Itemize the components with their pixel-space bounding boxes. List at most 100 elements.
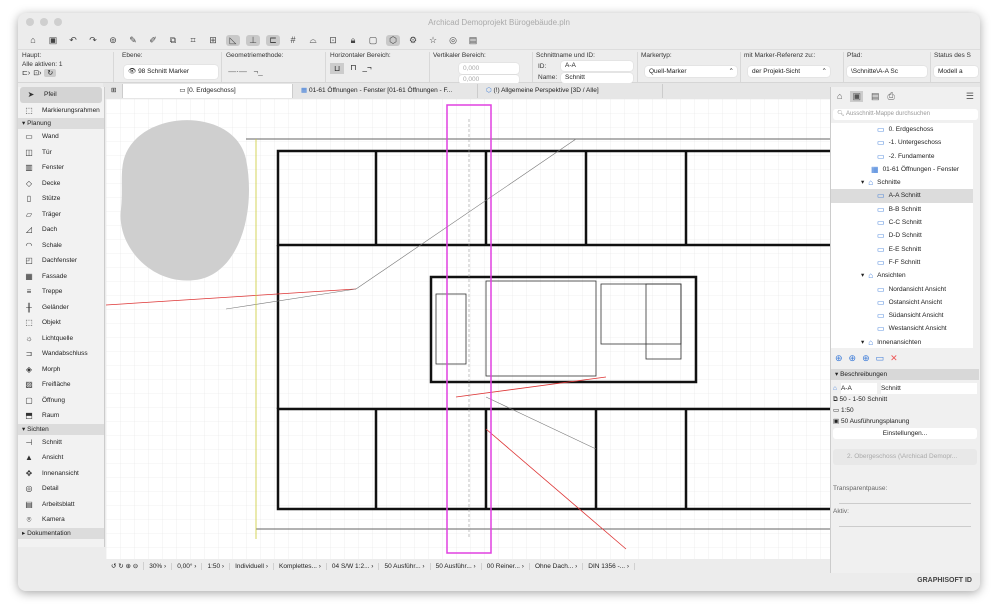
view-icon[interactable]: ▢ <box>366 35 380 46</box>
horizontal-range-options[interactable]: ⊔ ⊓ _¬ <box>330 63 429 74</box>
layout-icon[interactable]: ▤ <box>466 35 480 46</box>
section-geometry-button[interactable]: ⊏› <box>22 69 30 77</box>
transparency-slider[interactable] <box>839 496 971 504</box>
tree-item[interactable]: ▦ 01-61 Öffnungen - Fenster <box>831 163 973 176</box>
syringe-icon[interactable]: ✐ <box>146 35 160 46</box>
model-filter-icon[interactable]: ⚙ <box>406 35 420 46</box>
tree-item[interactable]: ▭ A-A Schnitt <box>831 189 973 203</box>
tool-item[interactable]: ⊣ Schnitt <box>18 435 104 451</box>
trace-source-select[interactable]: 2. Obergeschoss (\Archicad Demopr... <box>833 449 977 465</box>
tool-item[interactable]: ╫ Geländer <box>18 300 104 316</box>
eyedropper-icon[interactable]: ✎ <box>126 35 140 46</box>
minimize-button[interactable] <box>40 18 48 26</box>
tool-item[interactable]: ▥ Fenster <box>18 160 104 176</box>
tool-item[interactable]: ▤ Arbeitsblatt <box>18 497 104 513</box>
lock-icon[interactable]: 🔒︎ <box>346 35 360 46</box>
tool-item[interactable]: ◎ Detail <box>18 481 104 497</box>
section-sichten[interactable]: ▾ Sichten <box>18 423 104 435</box>
3d-icon[interactable]: ⬡ <box>386 34 400 46</box>
grid-icon[interactable]: # <box>286 35 300 45</box>
tree-item[interactable]: ▾ ⌂ Schnitte <box>831 176 973 189</box>
guide-icon[interactable]: ◺ <box>226 34 240 46</box>
tree-item[interactable]: ▭ Westansicht Ansicht <box>831 322 973 335</box>
save-icon[interactable]: ▣ <box>46 35 60 46</box>
rotate-button[interactable]: ↻ <box>44 69 57 77</box>
status-item[interactable]: 00 Reiner... › <box>482 562 530 570</box>
beschreibungen-header[interactable]: ▾ Beschreibungen <box>831 369 979 380</box>
tree-item[interactable]: ▾ ⌂ Ansichten <box>831 269 973 282</box>
view-name-field[interactable]: Schnitt <box>880 383 977 394</box>
layer-icon[interactable]: ⌓ <box>306 35 320 46</box>
tree-item[interactable]: ▾ ⌂ Innenansichten <box>831 336 973 349</box>
view-id-field[interactable]: A-A <box>840 383 877 394</box>
tool-arrow[interactable]: ➤ Pfeil <box>20 87 102 103</box>
tree-item[interactable]: ▭ 0. Erdgeschoss <box>831 123 973 136</box>
tool-item[interactable]: ⬚ Objekt <box>18 315 104 331</box>
tool-item[interactable]: ▲ Ansicht <box>18 450 104 466</box>
publisher-icon[interactable]: ⎙ <box>887 91 894 102</box>
marker-button[interactable]: ⊡› <box>33 69 41 77</box>
tool-item[interactable]: ▢ Öffnung <box>18 393 104 409</box>
view-map-icon[interactable]: ▣ <box>850 91 863 102</box>
tree-item[interactable]: ▭ E-E Schnitt <box>831 243 973 256</box>
marker-reference-select[interactable]: der Projekt-Sicht ⌃ <box>748 66 830 77</box>
zoom-button[interactable] <box>54 18 62 26</box>
status-item[interactable]: 1:50 › <box>202 562 231 570</box>
tool-item[interactable]: ⊐ Wandabschluss <box>18 346 104 362</box>
trace-icon[interactable]: ⊡ <box>326 35 340 46</box>
new-folder-icon[interactable]: ⊕ <box>862 353 870 364</box>
clone-icon[interactable]: ⊕ <box>849 353 857 364</box>
graphisoft-id[interactable]: GRAPHISOFT ID <box>917 577 972 584</box>
redo-icon[interactable]: ↷ <box>86 35 100 46</box>
status-item[interactable]: Individuell › <box>230 562 274 570</box>
menu-icon[interactable]: ☰ <box>966 91 974 102</box>
settings-button[interactable]: Einstellungen... <box>833 428 977 439</box>
tab-3d[interactable]: ⬡ (!) Allgemeine Perspektive [3D / Alle] <box>478 84 663 98</box>
render-icon[interactable]: ◎ <box>446 35 460 46</box>
tool-item[interactable]: ▨ Freifläche <box>18 377 104 393</box>
undo-icon[interactable]: ↶ <box>66 35 80 46</box>
status-item[interactable]: 04 S/W 1:2... › <box>327 562 380 570</box>
tool-item[interactable]: ◿ Dach <box>18 222 104 238</box>
marker-type-select[interactable]: Quell-Marker ⌃ <box>645 66 737 77</box>
tool-item[interactable]: ✥ Innenansicht <box>18 466 104 482</box>
layout-book-icon[interactable]: ▤ <box>871 91 880 102</box>
navigator-search[interactable]: 🔍︎ Ausschnitt-Mappe durchsuchen <box>833 109 978 120</box>
tree-item[interactable]: ▭ D-D Schnitt <box>831 229 973 242</box>
project-map-icon[interactable]: ⌂ <box>837 91 842 102</box>
status-select[interactable]: Modell a <box>934 66 978 77</box>
tool-item[interactable]: ⬒ Raum <box>18 408 104 424</box>
find-select-icon[interactable]: ⊚ <box>106 35 120 46</box>
tree-item[interactable]: ▭ F-F Schnitt <box>831 256 973 269</box>
tree-item[interactable]: ▭ Nordansicht Ansicht <box>831 283 973 296</box>
tree-item[interactable]: ▭ -1. Untergeschoss <box>831 136 973 149</box>
tool-item[interactable]: ☼ Lichtquelle <box>18 331 104 347</box>
id-input[interactable]: A-A <box>561 61 633 71</box>
vertical-top-input[interactable]: 0,000 <box>459 63 519 74</box>
section-dokumentation[interactable]: ▸ Dokumentation <box>18 527 104 539</box>
floor-plan-canvas[interactable] <box>106 99 830 559</box>
tool-item[interactable]: ≡ Treppe <box>18 284 104 300</box>
elements-icon[interactable]: ⧉ <box>166 35 180 46</box>
settings-icon[interactable]: ▭ <box>876 353 885 364</box>
tool-item[interactable]: ◈ Morph <box>18 362 104 378</box>
path-input[interactable]: \Schnitte\A-A Sc <box>847 66 927 77</box>
tool-item[interactable]: ◇ Decke <box>18 176 104 192</box>
status-item[interactable]: Komplettes... › <box>274 562 327 570</box>
star-icon[interactable]: ☆ <box>426 35 440 46</box>
geometry-method-options[interactable]: —·— ¬_ <box>226 67 325 76</box>
tool-marquee[interactable]: ⬚ Markierungsrahmen <box>18 103 104 119</box>
tool-item[interactable]: ▦ Fassade <box>18 269 104 285</box>
status-item[interactable]: Ohne Dach... › <box>530 562 584 570</box>
tool-item[interactable]: ◠ Schale <box>18 238 104 254</box>
status-item[interactable]: DIN 1356 -... › <box>583 562 636 570</box>
active-slider[interactable] <box>839 519 971 527</box>
window-controls[interactable] <box>26 18 62 26</box>
close-button[interactable] <box>26 18 34 26</box>
delete-icon[interactable]: ✕ <box>890 353 898 364</box>
status-item[interactable]: 30% › <box>144 562 173 570</box>
status-item[interactable]: 0,00° › <box>172 562 203 570</box>
zoom-controls[interactable]: ↺ ↻ ⊕ ⊖ <box>106 562 145 570</box>
tree-item[interactable]: ▭ Südansicht Ansicht <box>831 309 973 322</box>
tree-item[interactable]: ▭ B-B Schnitt <box>831 203 973 216</box>
